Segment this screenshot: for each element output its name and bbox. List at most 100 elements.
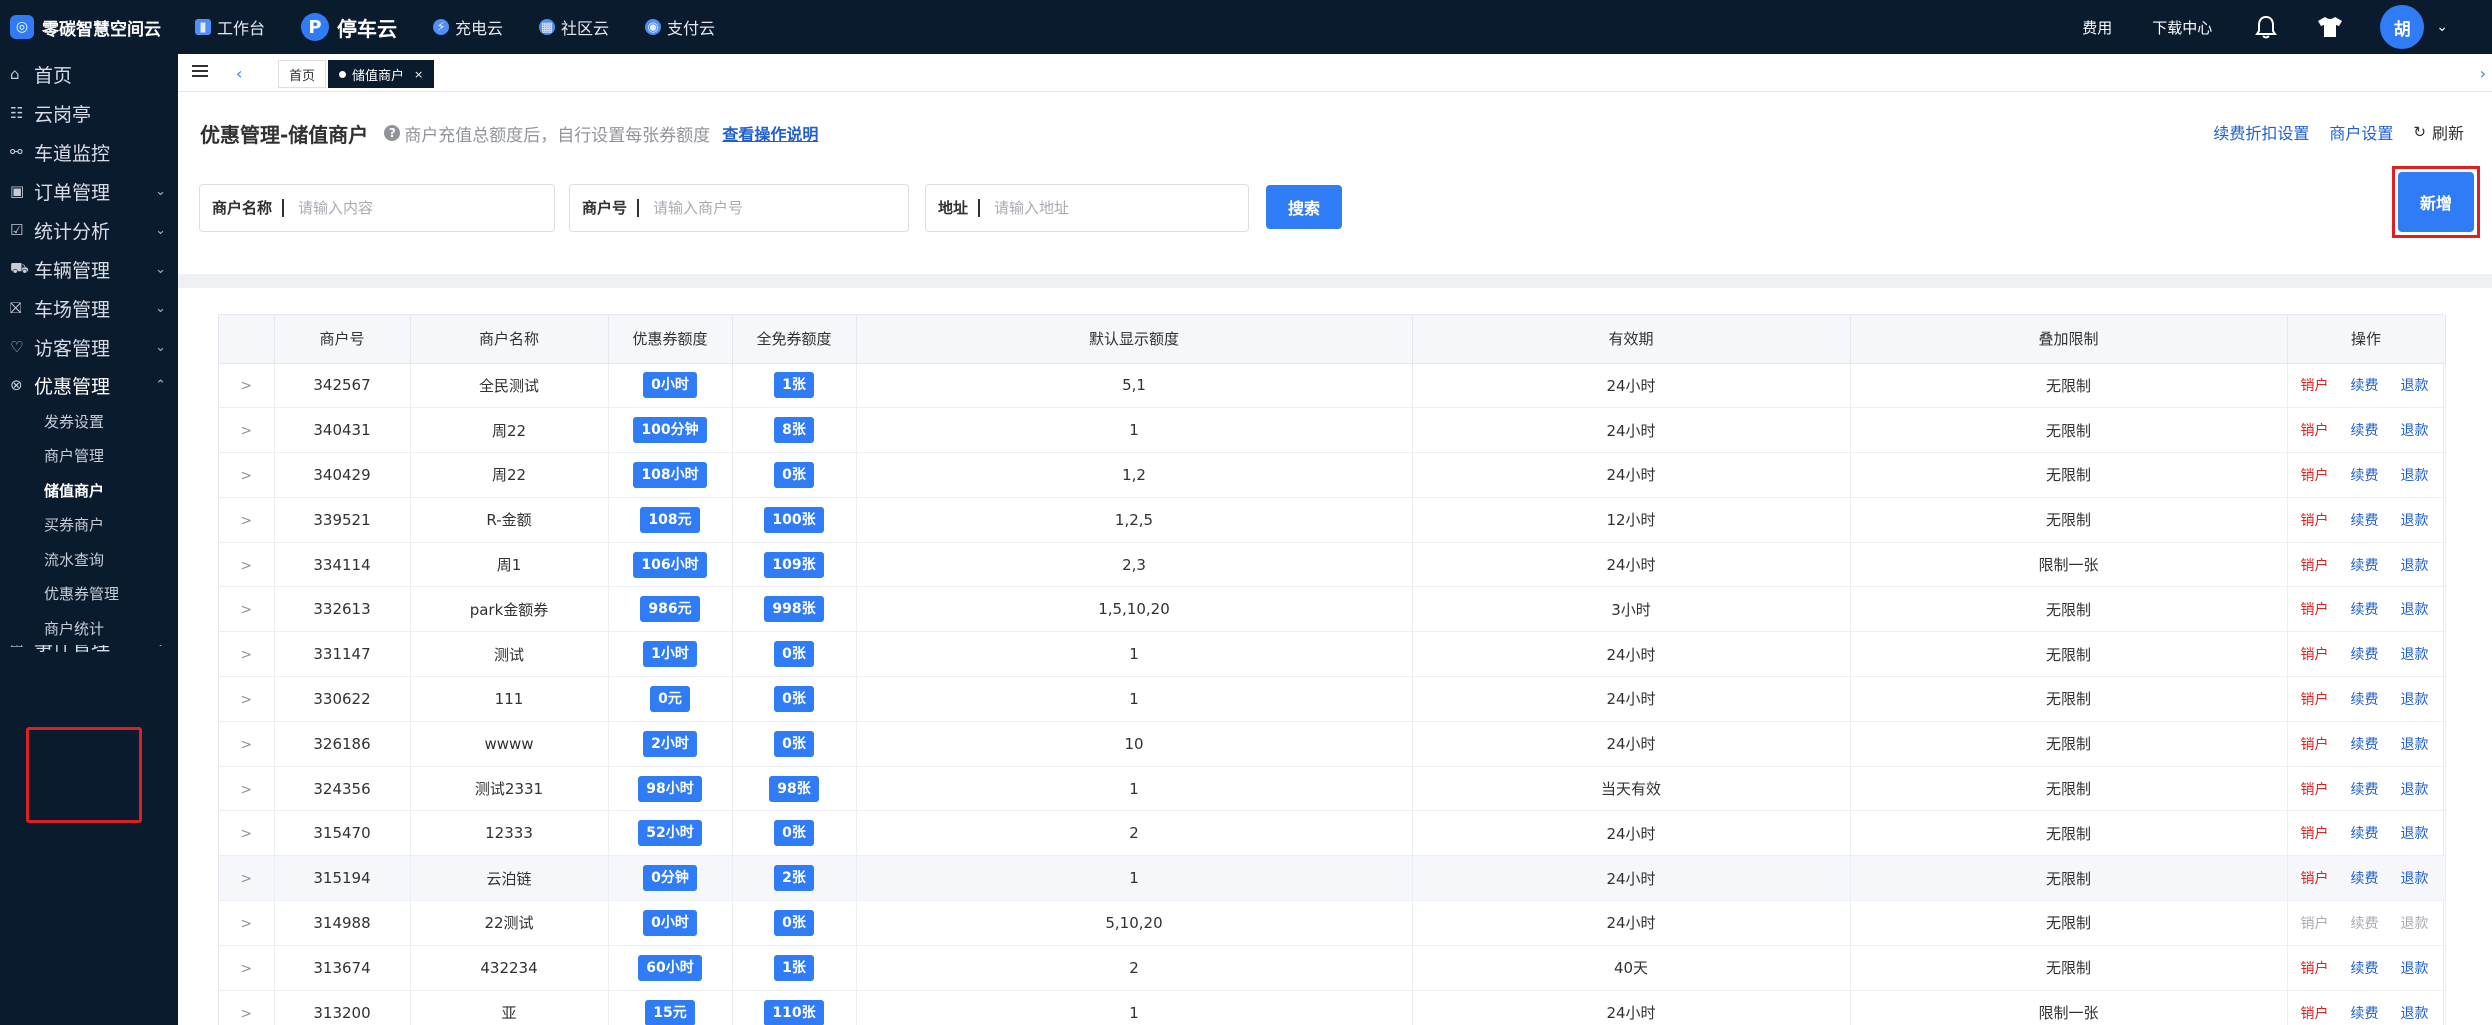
sidebar-subitem-6[interactable]: 商户统计 (0, 611, 178, 645)
renew-link[interactable]: 续费 (2351, 599, 2379, 619)
expand-row-icon[interactable]: > (240, 737, 252, 753)
address-input[interactable] (994, 199, 1195, 217)
chevron-down-icon[interactable]: ⌄ (2436, 19, 2448, 35)
refund-link[interactable]: 退款 (2401, 779, 2429, 799)
expand-row-icon[interactable]: > (240, 378, 252, 394)
renew-link[interactable]: 续费 (2351, 555, 2379, 575)
close-icon[interactable]: × (414, 68, 423, 81)
renew-link[interactable]: 续费 (2351, 465, 2379, 485)
table-row[interactable]: >324356测试233198小时98张1当天有效无限制编辑账号列表销户续费退款 (219, 766, 2446, 812)
refund-link[interactable]: 退款 (2401, 734, 2429, 754)
close-account-link[interactable]: 销户 (2301, 644, 2329, 664)
table-row[interactable]: >340429周22108小时0张1,224小时无限制编辑账号列表销户续费退款 (219, 452, 2446, 498)
refresh-button[interactable]: ↻ 刷新 (2413, 120, 2464, 144)
table-row[interactable]: >31367443223460小时1张240天无限制编辑账号列表销户续费退款 (219, 945, 2446, 991)
expand-row-icon[interactable]: > (240, 871, 252, 887)
refund-link[interactable]: 退款 (2401, 823, 2429, 843)
expand-row-icon[interactable]: > (240, 961, 252, 977)
refund-link[interactable]: 退款 (2401, 599, 2429, 619)
renew-link[interactable]: 续费 (2351, 420, 2379, 440)
menu-toggle-icon[interactable] (192, 62, 214, 84)
table-row[interactable]: >339521R-金额108元100张1,2,512小时无限制编辑账号列表销户续… (219, 497, 2446, 543)
sidebar-item-7[interactable]: ♡ 访客管理 ⌄ (0, 327, 178, 367)
close-account-link[interactable]: 销户 (2301, 599, 2329, 619)
sidebar-item-4[interactable]: ☑ 统计分析 ⌄ (0, 210, 178, 250)
close-account-link[interactable]: 销户 (2301, 375, 2329, 395)
top-nav-item-3[interactable]: ▦ 社区云 (539, 0, 609, 54)
tshirt-icon[interactable] (2316, 13, 2344, 41)
close-account-link[interactable]: 销户 (2301, 510, 2329, 530)
tab-home[interactable]: 首页 (278, 60, 327, 88)
sidebar-subitem-0[interactable]: 发券设置 (0, 404, 178, 438)
renew-link[interactable]: 续费 (2351, 1003, 2379, 1023)
close-account-link[interactable]: 销户 (2301, 779, 2329, 799)
fee-link[interactable]: 费用 (2082, 17, 2112, 38)
user-avatar[interactable]: 胡 (2380, 5, 2425, 49)
close-account-link[interactable]: 销户 (2301, 1003, 2329, 1023)
refund-link[interactable]: 退款 (2401, 689, 2429, 709)
sidebar-item-1[interactable]: ☷ 云岗亭 (0, 93, 178, 133)
expand-row-icon[interactable]: > (240, 692, 252, 708)
table-row[interactable]: >31498822测试0小时0张5,10,2024小时无限制编辑账号列表销户续费… (219, 900, 2446, 946)
table-row[interactable]: >3306221110元0张124小时无限制编辑账号列表销户续费退款 (219, 676, 2446, 722)
top-nav-item-2[interactable]: ⚡ 充电云 (433, 0, 503, 54)
refund-link[interactable]: 退款 (2401, 644, 2429, 664)
sidebar-item-6[interactable]: ⛝ 车场管理 ⌄ (0, 288, 178, 328)
expand-row-icon[interactable]: > (240, 1006, 252, 1022)
expand-row-icon[interactable]: > (240, 558, 252, 574)
close-account-link[interactable]: 销户 (2301, 958, 2329, 978)
sidebar-item-0[interactable]: ⌂ 首页 (0, 54, 178, 94)
operation-guide-link[interactable]: 查看操作说明 (722, 121, 818, 145)
close-account-link[interactable]: 销户 (2301, 868, 2329, 888)
renew-link[interactable]: 续费 (2351, 510, 2379, 530)
table-row[interactable]: >334114周1106小时109张2,324小时限制一张编辑账号列表销户续费退… (219, 542, 2446, 588)
table-row[interactable]: >315194云泊链0分钟2张124小时无限制编辑账号列表销户续费退款 (219, 855, 2446, 902)
expand-row-icon[interactable]: > (240, 826, 252, 842)
table-row[interactable]: >342567全民测试0小时1张5,124小时无限制编辑账号列表销户续费退款 (219, 363, 2446, 409)
close-account-link[interactable]: 销户 (2301, 465, 2329, 485)
tab-stored-value-merchant[interactable]: 储值商户 × (328, 60, 435, 88)
sidebar-item-2[interactable]: ⚯ 车道监控 (0, 132, 178, 172)
table-row[interactable]: >331147测试1小时0张124小时无限制编辑账号列表销户续费退款 (219, 631, 2446, 678)
refund-link[interactable]: 退款 (2401, 1003, 2429, 1023)
table-row[interactable]: >340431周22100分钟8张124小时无限制编辑账号列表销户续费退款 (219, 407, 2446, 454)
close-account-link[interactable]: 销户 (2301, 420, 2329, 440)
expand-row-icon[interactable]: > (240, 602, 252, 618)
renew-link[interactable]: 续费 (2351, 779, 2379, 799)
expand-row-icon[interactable]: > (240, 647, 252, 663)
close-account-link[interactable]: 销户 (2301, 823, 2329, 843)
refund-link[interactable]: 退款 (2401, 868, 2429, 888)
renew-link[interactable]: 续费 (2351, 375, 2379, 395)
refund-link[interactable]: 退款 (2401, 465, 2429, 485)
renew-link[interactable]: 续费 (2351, 644, 2379, 664)
sidebar-subitem-4[interactable]: 流水查询 (0, 542, 178, 576)
table-row[interactable]: >3154701233352小时0张224小时无限制编辑账号列表销户续费退款 (219, 810, 2446, 857)
sidebar-item-5[interactable]: ⛟ 车辆管理 ⌄ (0, 249, 178, 289)
renew-link[interactable]: 续费 (2351, 958, 2379, 978)
close-account-link[interactable]: 销户 (2301, 555, 2329, 575)
merchant-settings-link[interactable]: 商户设置 (2329, 120, 2393, 144)
expand-row-icon[interactable]: > (240, 423, 252, 439)
refund-link[interactable]: 退款 (2401, 958, 2429, 978)
expand-row-icon[interactable]: > (240, 782, 252, 798)
top-nav-item-4[interactable]: ◉ 支付云 (645, 0, 715, 54)
renew-link[interactable]: 续费 (2351, 689, 2379, 709)
search-button[interactable]: 搜索 (1266, 185, 1342, 229)
top-nav-item-0[interactable]: ▮ 工作台 (195, 0, 265, 54)
renew-link[interactable]: 续费 (2351, 734, 2379, 754)
merchant-name-input[interactable] (298, 199, 499, 217)
tabs-scroll-left-icon[interactable]: ‹ (236, 64, 242, 83)
top-nav-item-1[interactable]: P 停车云 (301, 0, 397, 54)
close-account-link[interactable]: 销户 (2301, 689, 2329, 709)
renew-link[interactable]: 续费 (2351, 868, 2379, 888)
expand-row-icon[interactable]: > (240, 468, 252, 484)
sidebar-item-8[interactable]: ⊗ 优惠管理 ⌃ (0, 365, 178, 405)
sidebar-subitem-5[interactable]: 优惠券管理 (0, 576, 178, 611)
bell-icon[interactable] (2252, 13, 2280, 41)
table-row[interactable]: >332613park金额券986元998张1,5,10,203小时无限制编辑账… (219, 586, 2446, 633)
table-row[interactable]: >313200亚15元110张124小时限制一张编辑账号列表销户续费退款 (219, 990, 2446, 1025)
brand-logo[interactable]: ◎ 零碳智慧空间云 (10, 14, 161, 40)
refund-link[interactable]: 退款 (2401, 420, 2429, 440)
download-center-link[interactable]: 下载中心 (2152, 17, 2212, 38)
sidebar-subitem-2[interactable]: 储值商户 (0, 473, 178, 507)
